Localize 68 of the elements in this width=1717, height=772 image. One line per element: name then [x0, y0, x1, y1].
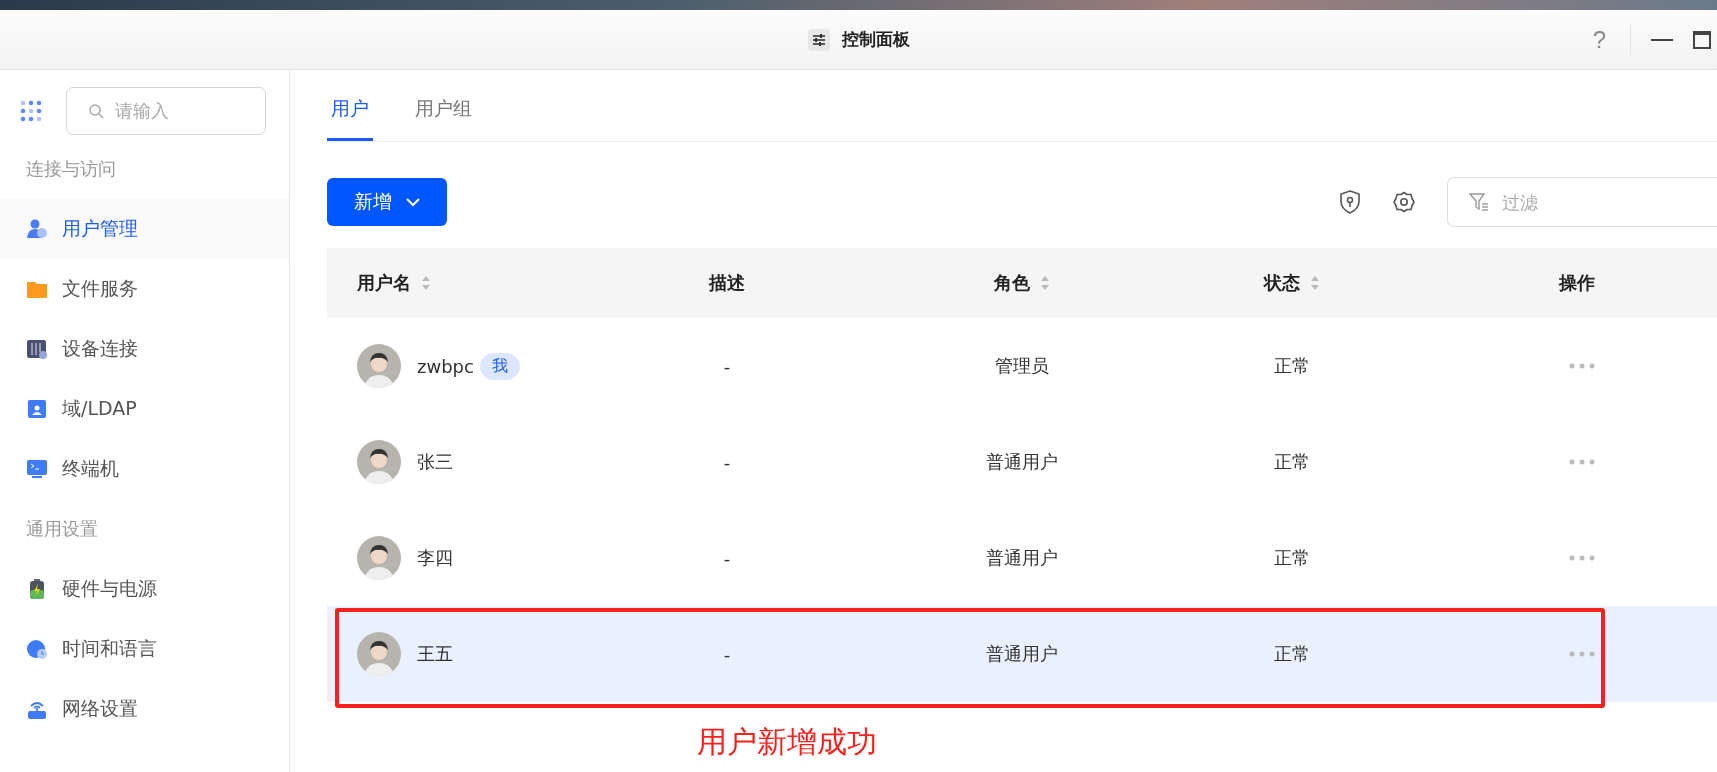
settings-icon[interactable] — [1393, 191, 1415, 213]
sidebar-item[interactable]: 终端机 — [0, 439, 289, 499]
terminal-icon — [26, 458, 48, 480]
sort-icon[interactable] — [1040, 275, 1050, 291]
status-cell: 正常 — [1274, 546, 1310, 570]
avatar-silhouette — [357, 440, 401, 484]
description-cell: - — [723, 643, 731, 665]
table-row[interactable]: 张三 - 普通用户 正常 — [327, 414, 1717, 510]
user-name: 王五 — [417, 642, 453, 666]
status-cell: 正常 — [1274, 354, 1310, 378]
sidebar-item[interactable]: 时间和语言 — [0, 619, 289, 679]
status-cell: 正常 — [1274, 450, 1310, 474]
user-name: zwbpc — [417, 355, 474, 377]
more-icon[interactable] — [1569, 459, 1595, 465]
sliders-icon — [807, 28, 830, 51]
ldap-icon — [26, 398, 48, 420]
section-title: 通用设置 — [25, 517, 99, 541]
description-cell: - — [723, 451, 731, 473]
column-header: 状态 — [1264, 271, 1300, 295]
sidebar-item[interactable]: 硬件与电源 — [0, 559, 289, 619]
column-header: 描述 — [709, 271, 745, 295]
self-tag: 我 — [479, 352, 520, 380]
user-name: 张三 — [417, 450, 453, 474]
apps-grid-icon[interactable] — [20, 99, 42, 122]
status-cell: 正常 — [1274, 642, 1310, 666]
role-cell: 普通用户 — [986, 450, 1058, 474]
avatar-silhouette — [357, 344, 401, 388]
filter-icon — [1469, 193, 1489, 211]
avatar-silhouette — [357, 536, 401, 580]
sort-icon[interactable] — [1310, 275, 1320, 291]
role-cell: 普通用户 — [986, 546, 1058, 570]
table-row[interactable]: 李四 - 普通用户 正常 — [327, 510, 1717, 606]
description-cell: - — [723, 355, 731, 377]
user-icon — [26, 218, 48, 240]
device-icon — [26, 338, 48, 360]
clock-icon — [26, 638, 48, 660]
sort-icon[interactable] — [421, 275, 431, 291]
sidebar-item[interactable]: 域/LDAP — [0, 379, 289, 439]
search-field[interactable]: 请输入 — [66, 86, 266, 135]
tab[interactable]: 用户组 — [411, 96, 476, 141]
window-title: 控制面板 — [841, 28, 910, 51]
tab[interactable]: 用户 — [327, 96, 373, 141]
minimize-icon[interactable] — [1651, 38, 1673, 41]
search-icon — [88, 102, 104, 119]
role-cell: 管理员 — [995, 354, 1049, 378]
more-icon[interactable] — [1569, 363, 1595, 369]
sidebar-item[interactable]: 设备连接 — [0, 319, 289, 379]
sidebar-item[interactable]: 网络设置 — [0, 679, 289, 739]
maximize-icon[interactable] — [1693, 30, 1711, 49]
add-button[interactable]: 新增 — [327, 178, 447, 226]
column-header: 用户名 — [357, 271, 411, 295]
description-cell: - — [723, 547, 731, 569]
more-icon[interactable] — [1569, 555, 1595, 561]
table-row[interactable]: 王五 - 普通用户 正常 — [327, 606, 1717, 702]
avatar-silhouette — [357, 632, 401, 676]
sidebar-item[interactable]: 文件服务 — [0, 259, 289, 319]
user-name: 李四 — [417, 546, 453, 570]
more-icon[interactable] — [1569, 651, 1595, 657]
shield-key-icon[interactable] — [1339, 190, 1361, 214]
sidebar-item[interactable]: 用户管理 — [0, 199, 289, 259]
section-title: 连接与访问 — [25, 157, 117, 181]
caret-icon — [406, 197, 420, 207]
annotation-text: 用户新增成功 — [696, 723, 878, 761]
column-header: 操作 — [1559, 271, 1595, 295]
role-cell: 普通用户 — [986, 642, 1058, 666]
table-row[interactable]: zwbpc 我 - 管理员 正常 — [327, 318, 1717, 414]
filter-field[interactable]: 过滤 — [1447, 177, 1717, 227]
column-header: 角色 — [994, 271, 1030, 295]
